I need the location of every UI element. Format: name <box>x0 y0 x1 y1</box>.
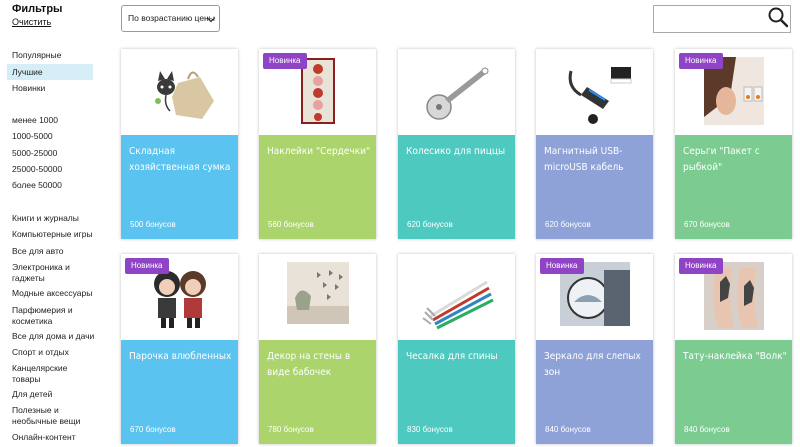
product-name: Серьги "Пакет с рыбкой" <box>683 146 760 173</box>
product-bonus: 840 бонусов <box>545 425 591 434</box>
product-card[interactable]: Колесико для пиццы 620 бонусов <box>398 49 515 239</box>
product-image <box>398 254 515 340</box>
sort-popular[interactable]: Популярные <box>7 47 93 63</box>
product-card[interactable]: Новинка Серьги "Пакет с рыбкой" 670 бону… <box>675 49 792 239</box>
new-badge: Новинка <box>263 53 307 69</box>
product-panel: Декор на стены в виде бабочек 780 бонусо… <box>259 340 376 444</box>
sort-new[interactable]: Новинки <box>7 80 93 96</box>
category-item[interactable]: Онлайн-контент <box>12 432 98 443</box>
product-name: Колесико для пиццы <box>406 146 506 157</box>
product-bonus: 840 бонусов <box>684 425 730 434</box>
price-filter-item[interactable]: 25000-50000 <box>7 161 93 177</box>
product-panel: Серьги "Пакет с рыбкой" 670 бонусов <box>675 135 792 239</box>
category-item[interactable]: Все для дома и дачи <box>12 331 98 342</box>
filters-sidebar: Фильтры Очистить Популярные Лучшие Новин… <box>0 0 100 447</box>
product-bonus: 670 бонусов <box>130 425 176 434</box>
category-item[interactable]: Спорт и отдых <box>12 347 98 358</box>
product-panel: Парочка влюбленных 670 бонусов <box>121 340 238 444</box>
new-badge: Новинка <box>540 258 584 274</box>
product-panel: Колесико для пиццы 620 бонусов <box>398 135 515 239</box>
new-badge: Новинка <box>125 258 169 274</box>
category-item[interactable]: Для детей <box>12 389 98 400</box>
product-image <box>398 49 515 135</box>
category-item[interactable]: Парфюмерия и косметика <box>12 305 98 327</box>
product-card[interactable]: Складная хозяйственная сумка 500 бонусов <box>121 49 238 239</box>
category-item[interactable]: Модные аксессуары <box>12 288 98 299</box>
product-panel: Складная хозяйственная сумка 500 бонусов <box>121 135 238 239</box>
clear-filters-link[interactable]: Очистить <box>12 17 51 27</box>
product-image <box>536 49 653 135</box>
product-bonus: 620 бонусов <box>407 220 453 229</box>
product-bonus: 560 бонусов <box>268 220 314 229</box>
product-bonus: 500 бонусов <box>130 220 176 229</box>
product-panel: Тату-наклейка "Волк" 840 бонусов <box>675 340 792 444</box>
new-badge: Новинка <box>679 258 723 274</box>
sort-select[interactable]: По возрастанию цены <box>121 5 220 32</box>
product-card[interactable]: Декор на стены в виде бабочек 780 бонусо… <box>259 254 376 444</box>
product-panel: Зеркало для слепых зон 840 бонусов <box>536 340 653 444</box>
price-filter-item[interactable]: более 50000 <box>7 177 93 193</box>
category-item[interactable]: Полезные и необычные вещи <box>12 405 98 427</box>
price-filter-item[interactable]: 5000-25000 <box>7 145 93 161</box>
product-panel: Магнитный USB-microUSB кабель 620 бонусо… <box>536 135 653 239</box>
price-filter-item[interactable]: 1000-5000 <box>7 128 93 144</box>
product-name: Декор на стены в виде бабочек <box>267 351 351 378</box>
product-card[interactable]: Новинка Тату-наклейка "Волк" 840 бонусов <box>675 254 792 444</box>
product-card[interactable]: Новинка Зеркало для слепых зон 840 бонус… <box>536 254 653 444</box>
product-name: Складная хозяйственная сумка <box>129 146 231 173</box>
search-icon[interactable] <box>767 6 789 28</box>
product-name: Тату-наклейка "Волк" <box>683 351 787 362</box>
category-item[interactable]: Канцелярские товары <box>12 363 98 385</box>
sort-best[interactable]: Лучшие <box>7 64 93 80</box>
price-filter-item[interactable]: менее 1000 <box>7 112 93 128</box>
product-card[interactable]: Чесалка для спины 830 бонусов <box>398 254 515 444</box>
category-item[interactable]: Компьютерные игры <box>12 229 98 240</box>
filters-title: Фильтры <box>12 3 63 15</box>
product-card[interactable]: Новинка Наклейки "Сердечки" 560 бонусов <box>259 49 376 239</box>
category-item[interactable]: Электроника и гаджеты <box>12 262 98 284</box>
sort-select-value: По возрастанию цены <box>128 13 215 23</box>
category-item[interactable]: Все для авто <box>12 246 98 257</box>
product-card[interactable]: Новинка Парочка влюбленных 670 бонусов <box>121 254 238 444</box>
category-item[interactable]: Книги и журналы <box>12 213 98 224</box>
product-bonus: 830 бонусов <box>407 425 453 434</box>
product-name: Наклейки "Сердечки" <box>267 146 371 157</box>
product-bonus: 620 бонусов <box>545 220 591 229</box>
product-name: Магнитный USB-microUSB кабель <box>544 146 624 173</box>
product-name: Зеркало для слепых зон <box>544 351 641 378</box>
product-name: Чесалка для спины <box>406 351 498 362</box>
product-name: Парочка влюбленных <box>129 351 232 362</box>
product-card[interactable]: Магнитный USB-microUSB кабель 620 бонусо… <box>536 49 653 239</box>
new-badge: Новинка <box>679 53 723 69</box>
product-bonus: 670 бонусов <box>684 220 730 229</box>
product-bonus: 780 бонусов <box>268 425 314 434</box>
product-image <box>259 254 376 340</box>
product-panel: Чесалка для спины 830 бонусов <box>398 340 515 444</box>
product-panel: Наклейки "Сердечки" 560 бонусов <box>259 135 376 239</box>
product-image <box>121 49 238 135</box>
